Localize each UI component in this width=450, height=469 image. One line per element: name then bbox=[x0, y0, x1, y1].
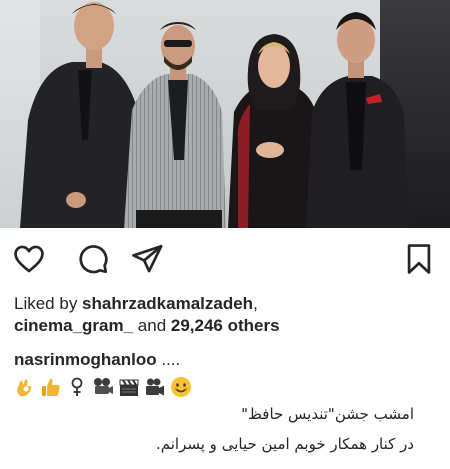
post-photo[interactable] bbox=[0, 0, 450, 228]
send-icon[interactable] bbox=[130, 242, 164, 276]
clapper-board-icon bbox=[118, 376, 140, 398]
likes-separator: , bbox=[253, 294, 258, 313]
heart-icon[interactable] bbox=[12, 242, 46, 276]
likes-summary: Liked by shahrzadkamalzadeh, cinema_gram… bbox=[14, 293, 439, 337]
likes-middle: and bbox=[133, 316, 171, 335]
person-2 bbox=[124, 22, 226, 228]
person-3 bbox=[228, 34, 320, 228]
female-sign-icon bbox=[66, 376, 88, 398]
likes-prefix: Liked by bbox=[14, 294, 83, 313]
caption-ellipsis: .... bbox=[156, 350, 181, 369]
thumbs-up-icon bbox=[40, 376, 62, 398]
bookmark-icon[interactable] bbox=[402, 242, 436, 276]
caption-emoji-row bbox=[14, 374, 192, 400]
smiling-face-icon bbox=[170, 376, 192, 398]
caption-line-2: در کنار همکار خوبم امین حیایی و پسرانم. bbox=[155, 435, 414, 453]
caption-username[interactable]: nasrinmoghanloo bbox=[14, 350, 157, 369]
photo-people-illustration bbox=[20, 2, 410, 228]
caption-line-1: امشب جشن"تندیس حافظ" bbox=[241, 405, 414, 423]
film-projector-icon bbox=[92, 376, 114, 398]
comment-icon[interactable] bbox=[76, 242, 110, 276]
liker-username-1[interactable]: shahrzadkamalzadeh bbox=[82, 294, 253, 313]
person-4 bbox=[306, 12, 410, 228]
liker-username-2[interactable]: cinema_gram_ bbox=[14, 316, 133, 335]
likes-count[interactable]: 29,246 others bbox=[171, 316, 280, 335]
ok-hand-icon bbox=[14, 376, 36, 398]
post-action-bar bbox=[0, 238, 450, 280]
caption-header: nasrinmoghanloo .... bbox=[14, 349, 180, 371]
movie-camera-icon bbox=[144, 376, 166, 398]
